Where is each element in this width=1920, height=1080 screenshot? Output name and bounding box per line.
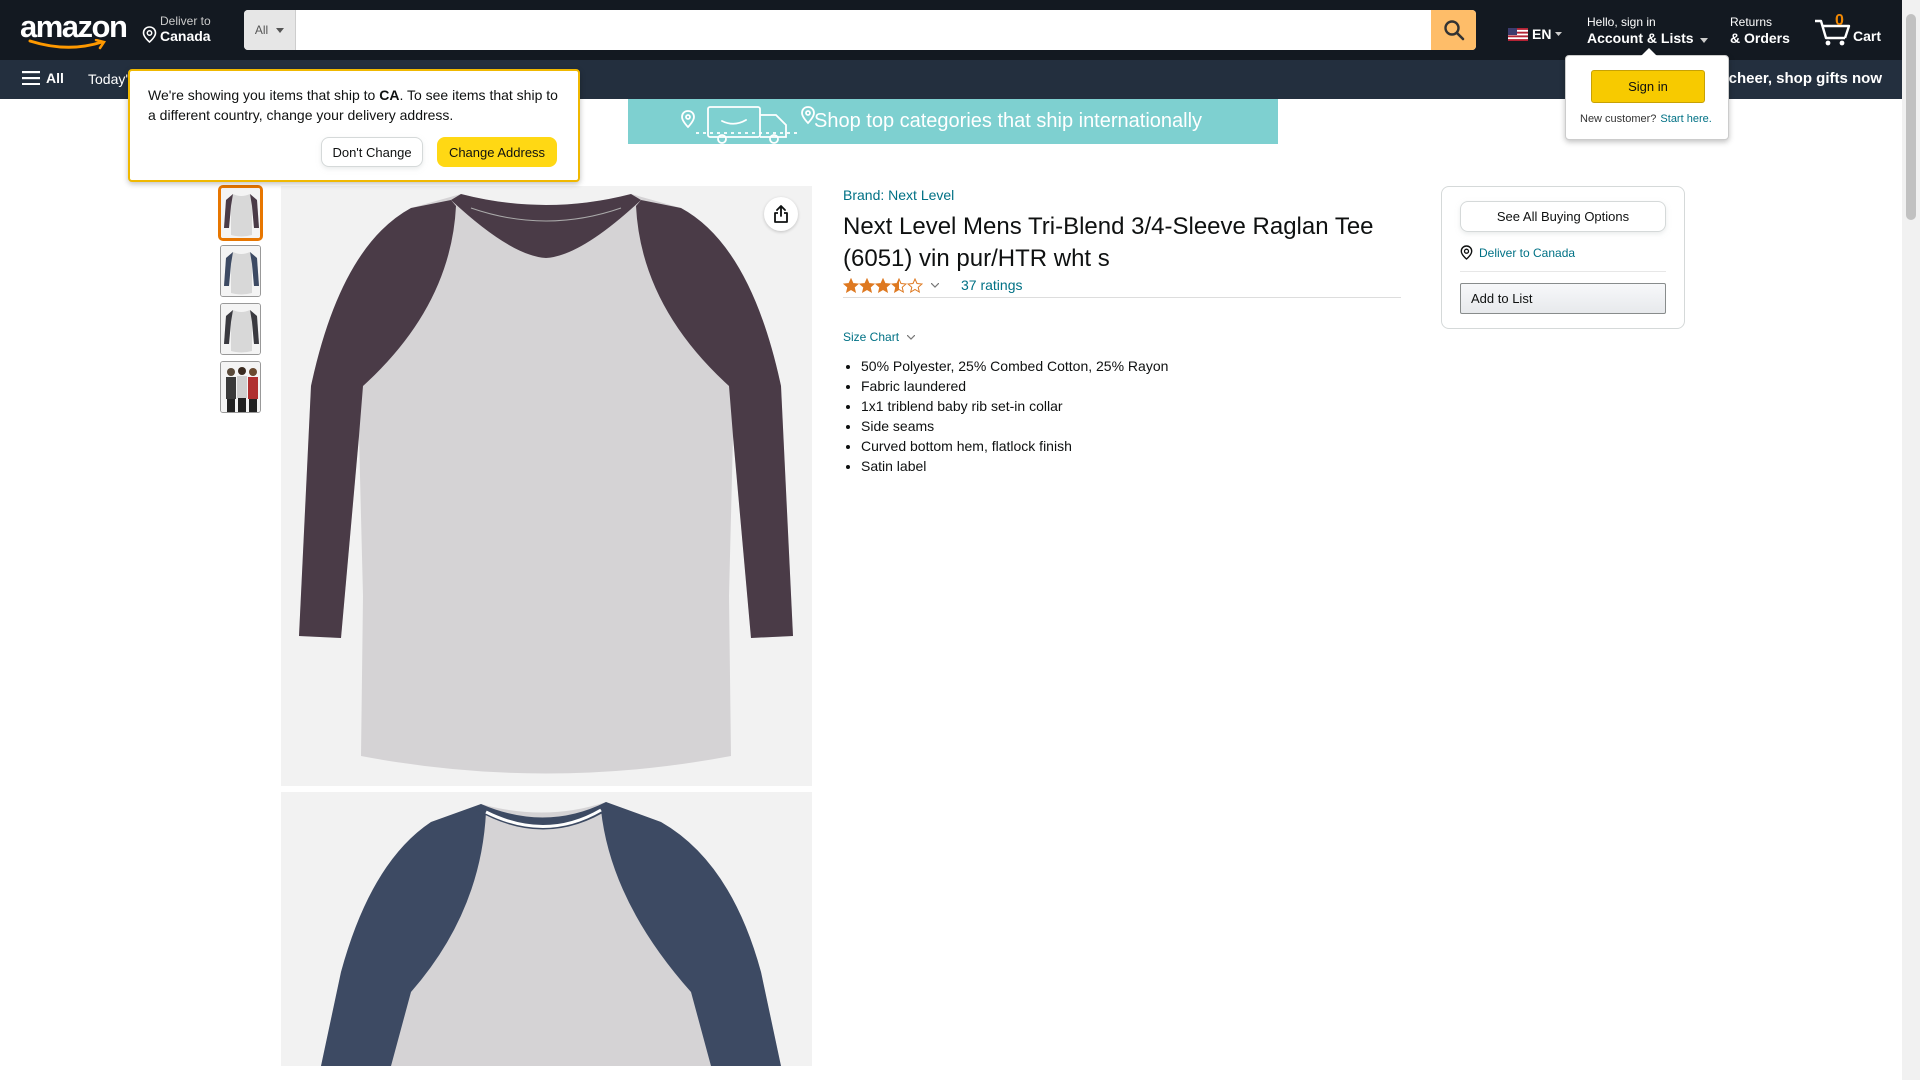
international-shipping-banner[interactable]: Shop top categories that ship internatio… [628, 99, 1278, 144]
feature-bullet: Curved bottom hem, flatlock finish [861, 436, 1401, 456]
signin-flyout: Sign in New customer? Start here. [1565, 48, 1729, 140]
feature-bullet: 1x1 triblend baby rib set-in collar [861, 396, 1401, 416]
location-pin-icon [1460, 245, 1473, 260]
sign-in-button[interactable]: Sign in [1591, 70, 1705, 103]
size-chart-label: Size Chart [843, 330, 900, 344]
star-icon [843, 277, 859, 293]
ratings-count-link[interactable]: 37 ratings [961, 277, 1022, 293]
all-menu-label: All [46, 70, 64, 86]
secondary-product-image[interactable] [281, 792, 812, 1066]
see-all-buying-options-button[interactable]: See All Buying Options [1460, 201, 1666, 232]
location-pin-icon [142, 26, 157, 43]
search-category-select[interactable]: All [244, 10, 296, 50]
language-selector[interactable]: EN [1508, 26, 1563, 42]
feature-bullet: Fabric laundered [861, 376, 1401, 396]
logo-text: amazon [20, 9, 128, 44]
deliver-to-canada-link[interactable]: Deliver to Canada [1460, 245, 1575, 260]
caret-down-icon [1700, 38, 1709, 43]
size-chart-link[interactable]: Size Chart [843, 330, 1401, 344]
thumbnail-4[interactable] [220, 361, 261, 413]
page-scrollbar[interactable] [1902, 0, 1920, 1080]
new-customer-text: New customer? Start here. [1580, 113, 1712, 125]
new-customer-label: New customer? [1580, 113, 1657, 125]
share-icon [774, 205, 788, 223]
search-input[interactable] [296, 10, 1431, 50]
thumbnail-3[interactable] [220, 303, 261, 355]
caret-down-icon [276, 27, 285, 33]
brand-link[interactable]: Brand: Next Level [843, 187, 954, 203]
feature-bullet: Side seams [861, 416, 1401, 436]
shirt-thumbnail-icon [221, 246, 260, 296]
chevron-down-icon[interactable] [931, 282, 939, 288]
image-thumbnails [220, 187, 261, 419]
address-popover: We're showing you items that ship to CA.… [128, 69, 580, 182]
logo-smile-icon [28, 39, 107, 50]
cart-icon [1815, 19, 1851, 46]
star-icon [891, 277, 907, 293]
add-to-list-button[interactable]: Add to List [1460, 283, 1666, 314]
language-label: EN [1532, 26, 1552, 42]
account-lists[interactable]: Hello, sign in Account & Lists [1587, 15, 1709, 47]
hamburger-icon [22, 71, 40, 85]
thumbnail-2[interactable] [220, 245, 261, 297]
address-popover-message: We're showing you items that ship to CA.… [148, 85, 568, 125]
nav-promo-link[interactable]: e cheer, shop gifts now [1716, 70, 1882, 87]
us-flag-icon [1508, 27, 1528, 41]
main-product-image[interactable] [281, 186, 812, 786]
feature-bullets: 50% Polyester, 25% Combed Cotton, 25% Ra… [843, 356, 1401, 476]
dont-change-button[interactable]: Don't Change [321, 137, 423, 167]
star-icon [907, 277, 923, 293]
deliver-to-canada-label: Deliver to Canada [1479, 245, 1576, 260]
scrollbar-thumb[interactable] [1906, 14, 1916, 220]
feature-bullet: 50% Polyester, 25% Combed Cotton, 25% Ra… [861, 356, 1401, 376]
divider [1460, 271, 1666, 272]
orders-label: & Orders [1730, 30, 1790, 46]
star-icon [859, 277, 875, 293]
account-label: Account & Lists [1587, 29, 1709, 47]
delivery-truck-icon [681, 106, 815, 144]
returns-orders[interactable]: Returns & Orders [1730, 15, 1790, 47]
buy-box: See All Buying Options Deliver to Canada… [1441, 186, 1685, 329]
thumbnail-1[interactable] [220, 187, 261, 239]
star-rating[interactable] [843, 277, 923, 293]
product-details: Brand: Next Level Next Level Mens Tri-Bl… [843, 187, 1401, 476]
top-nav: amazon Deliver to Canada All EN Hello, s… [0, 0, 1902, 60]
product-title: Next Level Mens Tri-Blend 3/4-Sleeve Rag… [843, 213, 1374, 272]
chevron-down-icon [907, 334, 916, 340]
share-button[interactable] [764, 197, 798, 231]
account-label-text: Account & Lists [1587, 30, 1694, 46]
change-address-button[interactable]: Change Address [437, 137, 557, 167]
flyout-caret [1641, 48, 1657, 56]
all-menu-button[interactable]: All [22, 70, 64, 86]
search-icon [1443, 20, 1464, 41]
account-greeting: Hello, sign in [1587, 15, 1656, 29]
cart[interactable]: 0 Cart [1813, 12, 1883, 48]
rating-row: 37 ratings [843, 277, 1401, 298]
amazon-logo[interactable]: amazon [20, 9, 128, 50]
models-thumbnail-icon [221, 362, 260, 412]
caret-down-icon [1555, 32, 1563, 36]
search-category-label: All [254, 23, 269, 37]
feature-bullet: Satin label [861, 456, 1401, 476]
deliver-to[interactable]: Deliver to Canada [142, 14, 211, 44]
star-icon [875, 277, 891, 293]
returns-label: Returns [1730, 15, 1773, 29]
shirt-thumbnail-icon [221, 188, 260, 238]
search-button[interactable] [1431, 10, 1476, 50]
address-country-code: CA [379, 87, 400, 103]
shirt-thumbnail-icon [221, 304, 260, 354]
cart-count: 0 [1835, 12, 1844, 29]
address-message-part1: We're showing you items that ship to [148, 87, 380, 103]
search-bar: All [244, 10, 1476, 50]
raglan-shirt-image [299, 194, 793, 774]
navy-raglan-shirt-image [321, 802, 781, 1066]
start-here-link[interactable]: Start here. [1660, 113, 1711, 125]
banner-text: Shop top categories that ship internatio… [814, 110, 1203, 132]
cart-label: Cart [1853, 28, 1882, 44]
